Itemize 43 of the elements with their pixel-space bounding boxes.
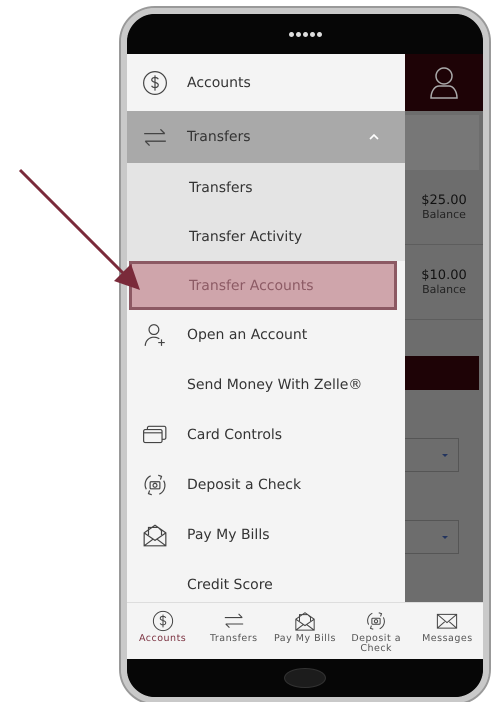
menu-item[interactable]: Open an Account [127,310,405,360]
menu-item[interactable]: Accounts [127,54,405,111]
dropdown-field [405,520,459,554]
person-add-icon [142,322,168,348]
dollar-icon [152,610,174,632]
menu-item-label: Credit Score [187,577,274,593]
transfer-arrows-icon [222,612,245,630]
balance-amount: $25.00 [421,193,467,208]
menu-item-label: Transfers [187,129,252,145]
menu-item[interactable]: Deposit a Check [127,460,405,510]
balance-label: Balance [422,208,466,221]
dollar-icon [142,70,168,96]
menu-item[interactable]: Send Money With Zelle® [127,360,405,410]
chevron-icon [369,134,379,140]
menu-item[interactable]: Transfers [127,111,405,163]
balance-label: Balance [422,283,466,296]
camera-refresh-icon [365,610,388,632]
menu-item[interactable]: Card Controls [127,410,405,460]
envelope-document-icon [142,522,168,548]
home-button[interactable] [284,668,326,688]
menu-item[interactable]: Credit Score [127,560,405,602]
menu-item-label: Card Controls [187,427,284,443]
envelope-document-icon [294,610,316,632]
envelope-icon [436,612,458,630]
balance-amount: $10.00 [421,268,467,283]
menu-item-label: Deposit a Check [187,477,302,493]
menu-item-label: Accounts [187,74,252,90]
user-icon [429,66,459,100]
submenu-item[interactable]: Transfer Activity [127,212,405,261]
tab-bar-item[interactable]: Pay My Bills [269,603,341,659]
menu-item-label: Open an Account [187,327,308,343]
dropdown-field [405,438,459,472]
camera-refresh-icon [142,472,168,498]
tab-bar-item[interactable]: Accounts [127,603,198,659]
tab-bar-item[interactable]: Messages [412,603,483,659]
tab-bar-item[interactable]: Transfers [198,603,270,659]
tab-bar-item[interactable]: Deposit a Check [340,603,412,659]
transfer-arrows-icon [142,126,168,148]
speaker-dots-icon [288,32,322,36]
menu-item-label: Pay My Bills [187,527,271,543]
menu-item-label: Send Money With Zelle® [187,377,364,393]
menu-item[interactable]: Pay My Bills [127,510,405,560]
submenu-item[interactable]: Transfers [127,163,405,212]
